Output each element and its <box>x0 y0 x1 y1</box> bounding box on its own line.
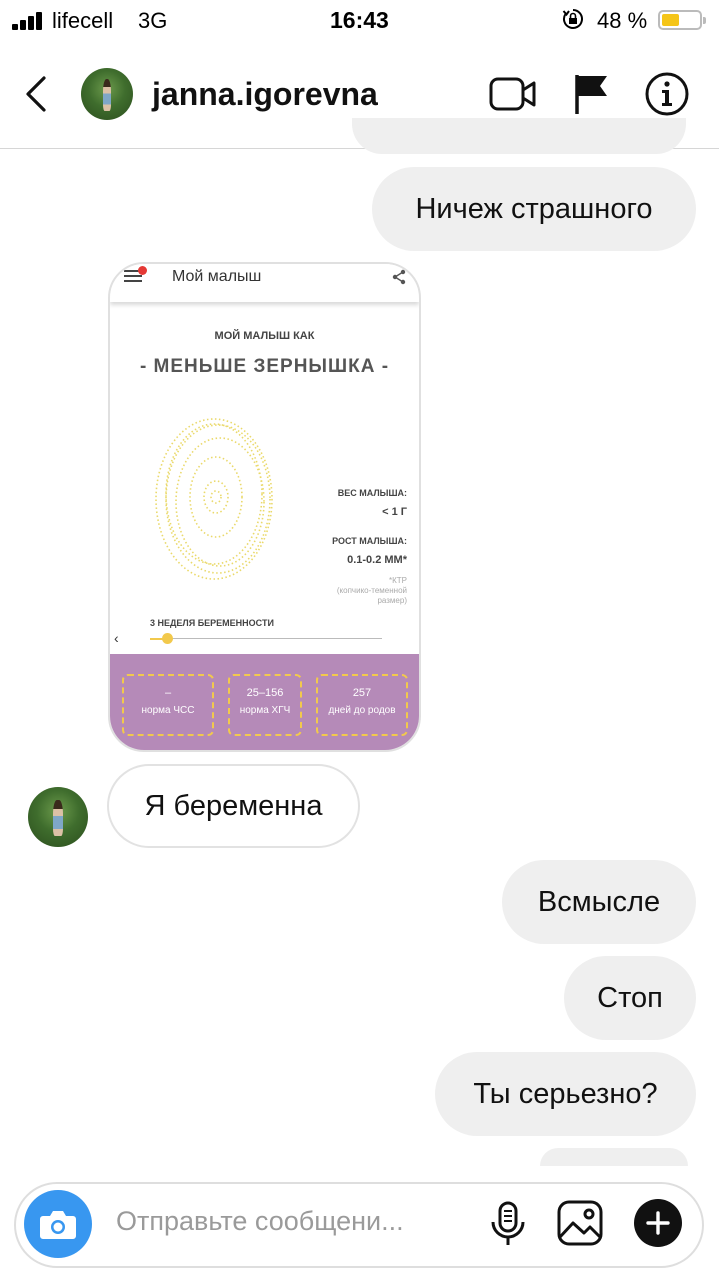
message-text: Я беременна <box>144 789 323 822</box>
video-call-icon[interactable] <box>488 74 538 114</box>
message-bubble-partial <box>352 118 686 154</box>
orientation-lock-icon <box>562 9 583 29</box>
gallery-icon[interactable] <box>556 1199 604 1247</box>
app-toolbar: Мой малыш <box>110 264 419 302</box>
camera-button[interactable] <box>24 1190 92 1258</box>
chat-username[interactable]: janna.igorevna <box>152 76 378 113</box>
message-text: Ничеж страшного <box>415 192 653 225</box>
footnote: *КТР (копчико-теменной размер) <box>297 576 407 606</box>
message-text: Ты серьезно? <box>473 1077 658 1110</box>
stat-value: 257 <box>352 687 372 699</box>
message-input[interactable]: Отправьте сообщени... <box>116 1206 404 1237</box>
week-slider-knob <box>162 633 173 644</box>
battery-percent: 48 % <box>597 8 648 33</box>
weight-value: < 1 Г <box>382 506 407 518</box>
comparison-title: - МЕНЬШЕ ЗЕРНЫШКА - <box>139 356 390 377</box>
plus-icon <box>646 1211 670 1235</box>
stat-box: 257 дней до родов <box>316 674 408 736</box>
stat-box: 25–156 норма ХГЧ <box>228 674 302 736</box>
stat-value: – <box>164 687 172 699</box>
message-text: Всмысле <box>537 885 661 918</box>
battery-icon <box>658 10 706 30</box>
stat-label: норма ЧСС <box>141 705 195 716</box>
message-bubble-partial <box>540 1148 688 1166</box>
height-value: 0.1-0.2 ММ* <box>347 554 407 566</box>
stats-panel: – норма ЧСС 25–156 норма ХГЧ 257 дней до… <box>110 654 419 750</box>
signal-icon <box>12 12 46 30</box>
message-bubble-outgoing[interactable]: Ты серьезно? <box>435 1052 696 1136</box>
stat-value: 25–156 <box>246 687 284 699</box>
carrier-label: lifecell <box>52 8 114 33</box>
footnote-line: (копчико-теменной <box>336 586 407 595</box>
share-icon <box>392 269 406 285</box>
sender-avatar[interactable] <box>28 787 88 847</box>
plus-button[interactable] <box>634 1199 682 1247</box>
week-label: 3 НЕДЕЛЯ БЕРЕМЕННОСТИ <box>150 618 274 628</box>
height-label: РОСТ МАЛЫША: <box>332 536 407 546</box>
info-icon[interactable] <box>644 71 690 117</box>
shared-image-message[interactable]: Мой малыш МОЙ МАЛЫШ КАК - МЕНЬШЕ ЗЕРНЫШК… <box>108 262 421 752</box>
message-bubble-outgoing[interactable]: Всмысле <box>502 860 696 944</box>
weight-label: ВЕС МАЛЫША: <box>337 488 407 498</box>
clock: 16:43 <box>330 7 389 33</box>
size-rings-illustration <box>155 418 273 580</box>
week-slider-track <box>150 638 382 639</box>
status-bar: lifecell 3G 16:43 48 % <box>0 0 719 40</box>
stat-box: – норма ЧСС <box>122 674 214 736</box>
network-label: 3G <box>138 8 168 33</box>
back-chevron-icon[interactable] <box>22 76 50 112</box>
message-bubble-outgoing[interactable]: Ничеж страшного <box>372 167 696 251</box>
comparison-label: МОЙ МАЛЫШ КАК <box>214 330 315 342</box>
avatar[interactable] <box>81 68 133 120</box>
notification-dot <box>138 266 147 275</box>
message-bubble-incoming[interactable]: Я беременна <box>107 764 360 848</box>
camera-icon <box>40 1211 76 1239</box>
stat-label: норма ХГЧ <box>239 705 291 716</box>
footnote-line: размер) <box>377 596 407 605</box>
chevron-left-icon: ‹ <box>114 630 119 646</box>
message-text: Стоп <box>597 981 663 1014</box>
flag-icon[interactable] <box>572 72 612 116</box>
microphone-icon[interactable] <box>488 1200 528 1248</box>
app-title: Мой малыш <box>172 268 262 285</box>
message-bubble-outgoing[interactable]: Стоп <box>564 956 696 1040</box>
stat-label: дней до родов <box>328 705 396 716</box>
footnote-line: *КТР <box>389 576 407 585</box>
